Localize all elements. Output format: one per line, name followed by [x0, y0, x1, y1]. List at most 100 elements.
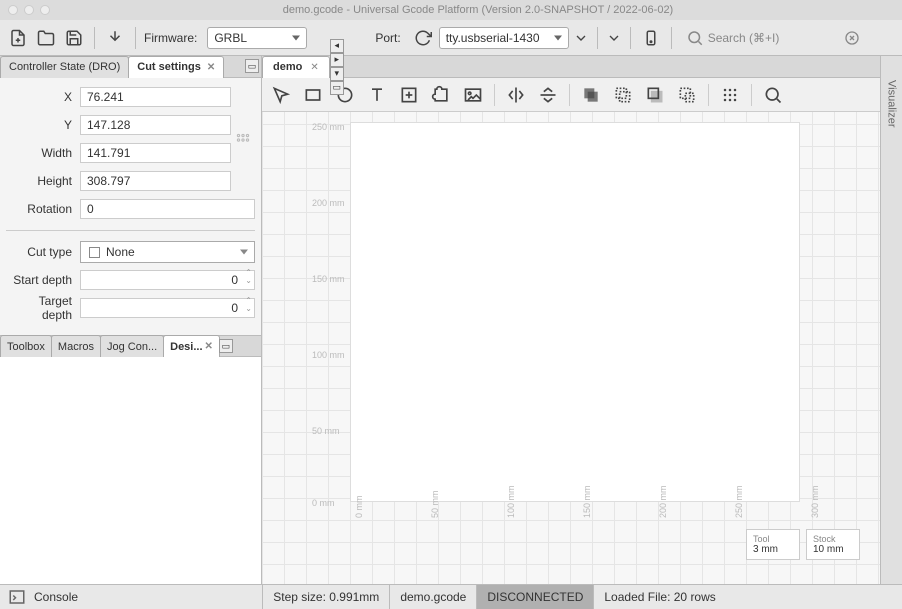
anchor-widget[interactable]: [231, 84, 255, 196]
maximize-panel-icon[interactable]: ▭: [330, 81, 344, 95]
intersect-icon[interactable]: [640, 81, 670, 109]
rotation-label: Rotation: [6, 202, 80, 216]
x-tick: 150 mm: [582, 485, 592, 518]
x-tick: 0 mm: [354, 496, 364, 519]
search-box[interactable]: Search (⌘+I): [680, 27, 840, 49]
width-input[interactable]: 141.791: [80, 143, 231, 163]
add-shape-icon[interactable]: [394, 81, 424, 109]
close-icon[interactable]: ✕: [310, 62, 318, 73]
design-canvas[interactable]: 250 mm 200 mm 150 mm 100 mm 50 mm 0 mm 0…: [262, 112, 880, 584]
console-label[interactable]: Console: [34, 590, 78, 604]
tool-info: Tool3 mm: [746, 529, 800, 560]
grid-icon[interactable]: [715, 81, 745, 109]
search-placeholder: Search (⌘+I): [708, 31, 780, 45]
stock-area: [350, 122, 800, 502]
mirror-horizontal-icon[interactable]: [501, 81, 531, 109]
width-label: Width: [6, 146, 80, 160]
close-window-icon[interactable]: [8, 5, 18, 15]
start-depth-label: Start depth: [6, 273, 80, 287]
new-file-icon[interactable]: [6, 26, 30, 50]
designer-panel: [0, 357, 261, 584]
firmware-select[interactable]: GRBL: [207, 27, 307, 49]
chevron-down-icon[interactable]: [573, 26, 589, 50]
stock-info: Stock10 mm: [806, 529, 860, 560]
x-tick: 50 mm: [430, 490, 440, 518]
window-title: demo.gcode - Universal Gcode Platform (V…: [62, 4, 894, 16]
break-apart-icon[interactable]: [672, 81, 702, 109]
right-sidebar: Visualizer: [880, 56, 902, 584]
image-tool-icon[interactable]: [458, 81, 488, 109]
y-input[interactable]: 147.128: [80, 115, 231, 135]
visualizer-tab[interactable]: Visualizer: [886, 80, 898, 128]
mirror-vertical-icon[interactable]: [533, 81, 563, 109]
puzzle-icon[interactable]: [426, 81, 456, 109]
open-file-icon[interactable]: [34, 26, 58, 50]
save-file-icon[interactable]: [62, 26, 86, 50]
y-label: Y: [6, 118, 80, 132]
x-input[interactable]: 76.241: [80, 87, 231, 107]
document-tabs: demo✕ ◂ ▸ ▾ ▭: [262, 56, 880, 78]
cut-settings-panel: X76.241 Y147.128 Width141.791 Height308.…: [0, 78, 261, 335]
port-select[interactable]: tty.usbserial-1430: [439, 27, 569, 49]
rotation-input[interactable]: 0: [80, 199, 255, 219]
firmware-label: Firmware:: [144, 31, 197, 45]
firmware-value: GRBL: [214, 31, 247, 45]
tab-controller-state[interactable]: Controller State (DRO): [0, 56, 129, 78]
tab-demo[interactable]: demo✕: [262, 56, 330, 78]
lower-panel-tabs: Toolbox Macros Jog Con... Desi...✕ ▭: [0, 335, 261, 357]
main-toolbar: Firmware: GRBL Port: tty.usbserial-1430 …: [0, 20, 902, 56]
close-icon[interactable]: ✕: [205, 341, 213, 352]
y-tick: 200 mm: [312, 198, 345, 208]
minimize-panel-icon[interactable]: ▭: [245, 59, 259, 73]
rectangle-tool-icon[interactable]: [298, 81, 328, 109]
y-tick: 0 mm: [312, 498, 335, 508]
target-depth-input[interactable]: 0: [80, 298, 255, 318]
status-step-size: Step size: 0.991mm: [262, 585, 389, 609]
close-icon[interactable]: ✕: [207, 62, 215, 73]
tab-macros[interactable]: Macros: [51, 335, 101, 357]
subtract-icon[interactable]: [608, 81, 638, 109]
height-label: Height: [6, 174, 80, 188]
minimize-panel-icon[interactable]: ▭: [219, 339, 233, 353]
scroll-right-icon[interactable]: ▸: [330, 53, 344, 67]
scroll-left-icon[interactable]: ◂: [330, 39, 344, 53]
connect-icon[interactable]: [103, 26, 127, 50]
search-icon: [686, 29, 704, 47]
tab-jog-controller[interactable]: Jog Con...: [100, 335, 164, 357]
dropdown-icon[interactable]: ▾: [330, 67, 344, 81]
zoom-icon[interactable]: [758, 81, 788, 109]
x-tick: 200 mm: [658, 485, 668, 518]
tab-cut-settings[interactable]: Cut settings✕: [128, 56, 224, 78]
console-icon[interactable]: [8, 588, 26, 606]
select-tool-icon[interactable]: [266, 81, 296, 109]
chevron-down-icon-2[interactable]: [606, 26, 622, 50]
y-tick: 100 mm: [312, 350, 345, 360]
cut-type-select[interactable]: None: [80, 241, 255, 263]
maximize-window-icon[interactable]: [40, 5, 50, 15]
tab-designer[interactable]: Desi...✕: [163, 335, 220, 357]
start-depth-input[interactable]: 0: [80, 270, 255, 290]
pendant-icon[interactable]: [639, 26, 663, 50]
union-icon[interactable]: [576, 81, 606, 109]
titlebar: demo.gcode - Universal Gcode Platform (V…: [0, 0, 902, 20]
y-tick: 50 mm: [312, 426, 340, 436]
refresh-port-icon[interactable]: [411, 26, 435, 50]
status-loaded: Loaded File: 20 rows: [593, 585, 725, 609]
y-tick: 150 mm: [312, 274, 345, 284]
status-filename: demo.gcode: [389, 585, 476, 609]
height-input[interactable]: 308.797: [80, 171, 231, 191]
tab-toolbox[interactable]: Toolbox: [0, 335, 52, 357]
designer-toolbar: [262, 78, 880, 112]
clear-search-icon[interactable]: [844, 26, 860, 50]
left-panel-tabs: Controller State (DRO) Cut settings✕ ▭: [0, 56, 261, 78]
text-tool-icon[interactable]: [362, 81, 392, 109]
y-tick: 250 mm: [312, 122, 345, 132]
cut-type-label: Cut type: [6, 245, 80, 259]
target-depth-label: Target depth: [6, 294, 80, 322]
port-value: tty.usbserial-1430: [446, 31, 540, 45]
window-controls: [8, 5, 50, 15]
status-bar: Console Step size: 0.991mm demo.gcode DI…: [0, 584, 902, 608]
x-tick: 100 mm: [506, 485, 516, 518]
minimize-window-icon[interactable]: [24, 5, 34, 15]
none-icon: [89, 247, 100, 258]
